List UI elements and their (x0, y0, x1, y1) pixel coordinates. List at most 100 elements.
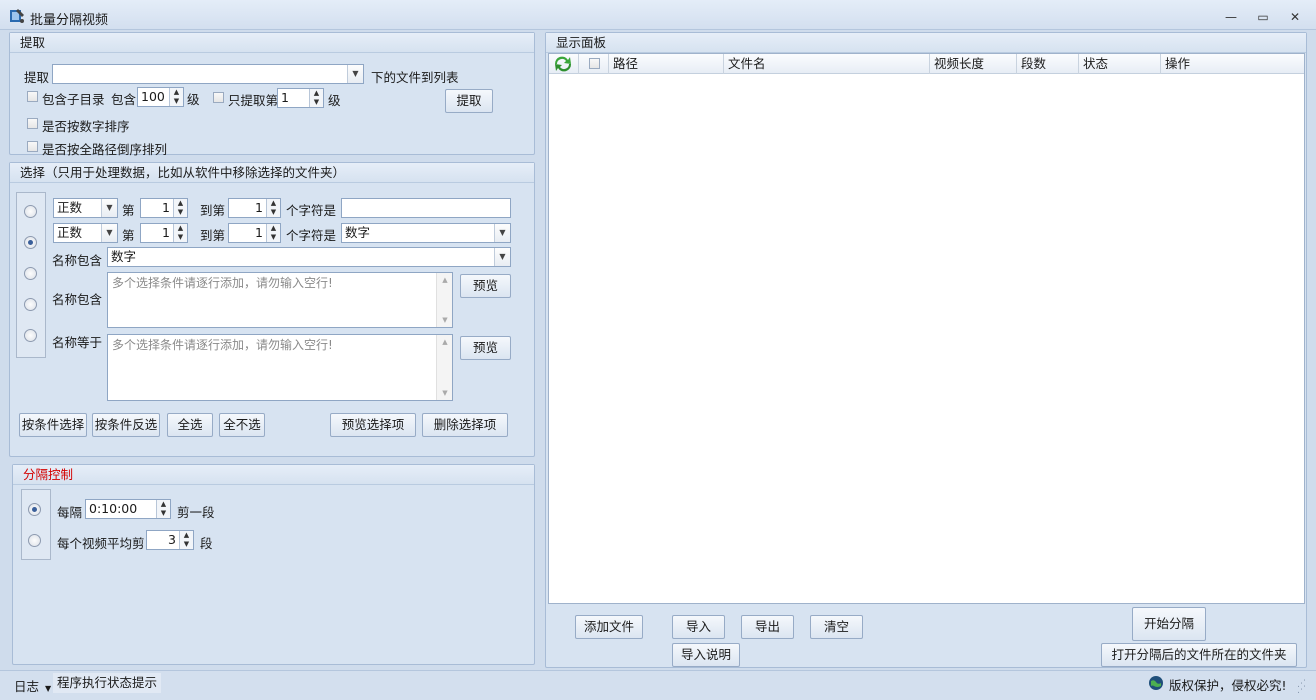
select-by-condition-button[interactable]: 按条件选择 (19, 413, 87, 437)
column-header-action[interactable]: 操作 (1161, 54, 1304, 74)
title-bar: 批量分隔视频 — ▭ ✕ (0, 0, 1316, 30)
avg-label: 每个视频平均剪 (57, 536, 145, 551)
row1-from-stepper[interactable]: 1 ▲ ▼ (140, 198, 188, 218)
row1-to-stepper[interactable]: 1 ▲ ▼ (228, 198, 281, 218)
export-button[interactable]: 导出 (741, 615, 794, 639)
chevron-down-icon[interactable]: ▼ (347, 65, 363, 83)
extract-button[interactable]: 提取 (445, 89, 493, 113)
split-panel-title: 分隔控制 (13, 465, 534, 485)
only-extract-label: 只提取第 (228, 93, 279, 108)
status-bar: 日志 ▼ 程序执行状态提示 版权保护，侵权必究! ⋰ ⋰ (0, 670, 1316, 700)
select-all-grid-checkbox[interactable] (579, 54, 609, 74)
start-split-button[interactable]: 开始分隔 (1132, 607, 1206, 641)
radio-option-5[interactable] (24, 329, 37, 342)
row1-di-label: 第 (122, 203, 135, 218)
only-extract-checkbox[interactable] (213, 92, 224, 103)
spin-arrows-icon[interactable]: ▲ ▼ (169, 88, 183, 106)
invert-selection-button[interactable]: 按条件反选 (92, 413, 160, 437)
row4-textarea[interactable]: 多个选择条件请逐行添加，请勿输入空行! ▲ ▼ (107, 272, 453, 328)
grid-header: 路径 文件名 视频长度 段数 状态 操作 (549, 54, 1304, 74)
chevron-down-icon[interactable]: ▼ (101, 199, 117, 217)
include-subdir-checkbox[interactable] (27, 91, 38, 102)
add-file-button[interactable]: 添加文件 (575, 615, 643, 639)
split-every-radio[interactable] (28, 503, 41, 516)
row2-value-text: 数字 (345, 225, 371, 240)
extract-path-combo[interactable]: ▼ (52, 64, 364, 84)
log-label: 日志 (14, 679, 40, 694)
radio-option-4[interactable] (24, 298, 37, 311)
minimize-button[interactable]: — (1223, 10, 1239, 24)
extract-label: 提取 (24, 70, 50, 85)
split-panel: 分隔控制 每隔 0:10:00 ▲ ▼ 剪一段 每个视频平均剪 3 ▲ ▼ 段 (12, 464, 535, 665)
row2-mode-select[interactable]: 正数 ▼ (53, 223, 118, 243)
spin-arrows-icon[interactable]: ▲ ▼ (266, 224, 280, 242)
scrollbar[interactable]: ▲ ▼ (436, 273, 452, 327)
spin-arrows-icon[interactable]: ▲ ▼ (266, 199, 280, 217)
column-header-filename[interactable]: 文件名 (724, 54, 930, 74)
row1-chars-label: 个字符是 (286, 203, 337, 218)
seg-label: 段 (200, 536, 213, 551)
radio-option-2[interactable] (24, 236, 37, 249)
resize-grip-icon[interactable]: ⋰ ⋰ (1297, 680, 1309, 695)
only-level-stepper[interactable]: 1 ▲ ▼ (277, 88, 324, 108)
maximize-button[interactable]: ▭ (1255, 10, 1271, 24)
import-button[interactable]: 导入 (672, 615, 725, 639)
row4-preview-button[interactable]: 预览 (460, 274, 511, 298)
every-label: 每隔 (57, 505, 83, 520)
row5-preview-button[interactable]: 预览 (460, 336, 511, 360)
column-header-path[interactable]: 路径 (609, 54, 724, 74)
row2-to-stepper[interactable]: 1 ▲ ▼ (228, 223, 281, 243)
globe-icon (1148, 675, 1164, 691)
column-header-duration[interactable]: 视频长度 (930, 54, 1017, 74)
levels-stepper[interactable]: 100 ▲ ▼ (137, 87, 184, 107)
row3-value-combo[interactable]: 数字 ▼ (107, 247, 511, 267)
row2-di-label: 第 (122, 228, 135, 243)
status-hint: 程序执行状态提示 (53, 673, 162, 693)
row1-value-input[interactable] (341, 198, 511, 218)
row3-label: 名称包含 (52, 253, 103, 268)
spin-arrows-icon[interactable]: ▲ ▼ (179, 531, 193, 549)
split-avg-radio[interactable] (28, 534, 41, 547)
row3-value-text: 数字 (111, 249, 137, 264)
clear-button[interactable]: 清空 (810, 615, 863, 639)
select-none-button[interactable]: 全不选 (219, 413, 265, 437)
spin-arrows-icon[interactable]: ▲ ▼ (173, 224, 187, 242)
include-subdir-label: 包含子目录 (42, 92, 105, 107)
spin-arrows-icon[interactable]: ▲ ▼ (309, 89, 323, 107)
chevron-down-icon[interactable]: ▼ (101, 224, 117, 242)
chevron-down-icon[interactable]: ▼ (494, 224, 510, 242)
radio-option-1[interactable] (24, 205, 37, 218)
copyright-text: 版权保护，侵权必究! (1169, 678, 1287, 693)
spin-arrows-icon[interactable]: ▲ ▼ (156, 500, 170, 518)
row1-to-label: 到第 (200, 203, 226, 218)
preview-selection-button[interactable]: 预览选择项 (330, 413, 416, 437)
avg-count-stepper[interactable]: 3 ▲ ▼ (146, 530, 194, 550)
select-all-button[interactable]: 全选 (167, 413, 213, 437)
close-button[interactable]: ✕ (1287, 10, 1303, 24)
row5-label: 名称等于 (52, 335, 103, 350)
file-grid: 路径 文件名 视频长度 段数 状态 操作 (548, 53, 1305, 604)
sort-path-checkbox[interactable] (27, 141, 38, 152)
open-output-folder-button[interactable]: 打开分隔后的文件所在的文件夹 (1101, 643, 1297, 667)
row2-value-combo[interactable]: 数字 ▼ (341, 223, 511, 243)
row2-from-stepper[interactable]: 1 ▲ ▼ (140, 223, 188, 243)
radio-group (16, 192, 46, 358)
chevron-down-icon[interactable]: ▼ (494, 248, 510, 266)
row1-mode-select[interactable]: 正数 ▼ (53, 198, 118, 218)
display-panel-title: 显示面板 (546, 33, 1306, 53)
import-help-button[interactable]: 导入说明 (672, 643, 740, 667)
column-header-segments[interactable]: 段数 (1017, 54, 1079, 74)
radio-option-3[interactable] (24, 267, 37, 280)
sort-numeric-checkbox[interactable] (27, 118, 38, 129)
extract-panel: 提取 提取 ▼ 下的文件到列表 包含子目录 包含 100 ▲ ▼ 级 只提取第 1… (9, 32, 535, 157)
row2-chars-label: 个字符是 (286, 228, 337, 243)
app-icon (9, 8, 25, 24)
column-header-status[interactable]: 状态 (1079, 54, 1161, 74)
interval-stepper[interactable]: 0:10:00 ▲ ▼ (85, 499, 171, 519)
log-dropdown[interactable]: 日志 ▼ (14, 676, 51, 695)
scrollbar[interactable]: ▲ ▼ (436, 335, 452, 400)
spin-arrows-icon[interactable]: ▲ ▼ (173, 199, 187, 217)
row5-textarea[interactable]: 多个选择条件请逐行添加，请勿输入空行! ▲ ▼ (107, 334, 453, 401)
refresh-icon[interactable] (549, 54, 579, 74)
delete-selection-button[interactable]: 删除选择项 (422, 413, 508, 437)
